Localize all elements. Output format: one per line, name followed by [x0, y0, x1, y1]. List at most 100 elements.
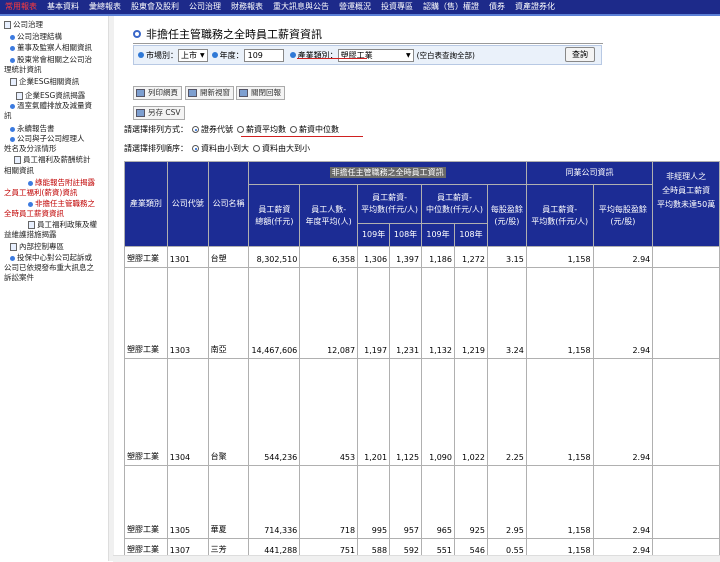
cell-total: 714,336: [248, 465, 301, 539]
cell-avg109: 1,201: [357, 358, 391, 466]
cell-avg109: 1,197: [357, 267, 391, 359]
save-icon: [136, 109, 145, 117]
col-peer-avg-header-line2: 平均數(仟元/人): [531, 216, 589, 226]
sidebar-item-23[interactable]: 訴訟案件: [4, 273, 34, 282]
sort-by-radio-code[interactable]: [192, 126, 199, 133]
sidebar-item-1[interactable]: 公司治理結構: [10, 32, 62, 41]
page-title: 非擔任主管職務之全時員工薪資資訊: [146, 28, 322, 41]
sidebar-item-21[interactable]: 投保中心對公司起訴或: [10, 253, 92, 262]
col-avg-year2-header: 108年: [389, 223, 423, 247]
sidebar-item-9[interactable]: 永續報告書: [10, 124, 55, 133]
filter-note: (空白表查詢全部): [416, 50, 475, 60]
nav-item-2[interactable]: 彙總報表: [84, 0, 126, 14]
document-icon: [10, 78, 17, 86]
sort-by-radio-average[interactable]: [237, 126, 244, 133]
sidebar-item-22[interactable]: 公司已依規發布重大訊息之: [4, 263, 94, 272]
title-divider: [133, 43, 603, 44]
sidebar-item-17[interactable]: 全時員工薪資資訊: [4, 209, 64, 218]
sidebar-item-label: 永續報告書: [17, 124, 55, 133]
sort-order-option-desc[interactable]: 資料由大到小: [262, 143, 310, 154]
sidebar-item-0[interactable]: 公司治理: [4, 20, 43, 29]
sidebar-item-16[interactable]: 非擔任主管職務之: [28, 199, 95, 208]
sidebar-item-12[interactable]: 員工福利及薪酬統計: [14, 155, 91, 164]
col-peer-eps-header-line1: 平均每股盈餘: [598, 204, 647, 214]
nav-item-1[interactable]: 基本資料: [42, 0, 84, 14]
cell-count: 718: [299, 465, 359, 539]
table-row: 塑膠工業 1303 南亞 14,467,606 12,087 1,197 1,231 1,13…: [124, 267, 720, 359]
market-select[interactable]: 上市 ▼: [178, 48, 208, 62]
table-row: 塑膠工業 1304 台聚 544,236 453 1,201 1,125 1,090 1,022…: [124, 358, 720, 466]
nav-item-0[interactable]: 常用報表: [0, 0, 42, 14]
query-button[interactable]: 查詢: [565, 47, 595, 62]
sidebar-item-19[interactable]: 益維護措施揭露: [4, 230, 57, 239]
industry-select[interactable]: 塑膠工業 ▼: [337, 48, 414, 62]
cell-count: 453: [299, 358, 359, 466]
sort-by-radio-median[interactable]: [290, 126, 297, 133]
group-header-nonmanager-line3: 平均數未達50萬: [657, 200, 716, 209]
table-row: 塑膠工業 1305 華夏 714,336 718 995 957 965 925 2.95 1,15…: [124, 465, 720, 539]
sidebar-item-4[interactable]: 理統計資訊: [4, 65, 42, 74]
cell-med109: 1,090: [421, 358, 455, 466]
sidebar-item-20[interactable]: 內部控制專區: [10, 242, 64, 251]
sort-by-option-median[interactable]: 薪資中位數: [299, 124, 339, 135]
sidebar-item-label: 公司治理: [13, 20, 43, 29]
sidebar-item-6[interactable]: 企業ESG資訊揭露: [16, 91, 85, 100]
cell-avg108: 1,125: [389, 358, 423, 466]
col-eps-header-line2: (元/股): [494, 216, 520, 226]
bullet-icon: [138, 52, 144, 58]
cell-eps: 3.15: [486, 246, 527, 268]
cell-peer_eps: 2.94: [592, 246, 654, 268]
print-button-label: 列印網頁: [148, 88, 178, 97]
nav-item-7[interactable]: 營運概況: [334, 0, 376, 14]
sort-order-option-asc[interactable]: 資料由小到大: [201, 143, 249, 154]
print-button[interactable]: 列印網頁: [133, 86, 182, 100]
cell-eps: 2.25: [486, 358, 527, 466]
sort-order-radio-desc[interactable]: [253, 145, 260, 152]
sidebar-item-label: 公司治理結構: [17, 32, 62, 41]
sidebar-item-13[interactable]: 相關資訊: [4, 166, 34, 175]
group-header-employees: 非擔任主管職務之全時員工資訊: [248, 161, 527, 185]
cell-code: 1303: [166, 267, 209, 359]
cell-peer_avg: 1,158: [525, 246, 594, 268]
cell-peer_eps: 2.94: [592, 358, 654, 466]
sidebar-scrollbar[interactable]: [108, 16, 114, 561]
sidebar-item-14[interactable]: 綠能報告附註揭露: [28, 178, 95, 187]
sidebar-item-10[interactable]: 公司與子公司經理人: [10, 134, 85, 143]
col-peer-eps-header-line2: (元/股): [610, 216, 636, 226]
sidebar-item-2[interactable]: 董事及監察人相關資訊: [10, 43, 92, 52]
nav-item-10[interactable]: 債券: [484, 0, 510, 14]
nav-item-3[interactable]: 股東會及股利: [126, 0, 184, 14]
cell-count: 12,087: [299, 267, 359, 359]
nav-item-9[interactable]: 認購（售）權證: [418, 0, 484, 14]
cell-med109: 965: [421, 465, 455, 539]
nav-item-6[interactable]: 重大訊息與公告: [268, 0, 334, 14]
sidebar-item-18[interactable]: 員工福利政策及權: [28, 220, 97, 229]
nav-item-11[interactable]: 資產證券化: [510, 0, 560, 14]
cell-total: 14,467,606: [248, 267, 301, 359]
sidebar-item-5[interactable]: 企業ESG相關資訊: [10, 77, 79, 86]
sidebar-item-3[interactable]: 股東常會相關之公司治: [10, 55, 92, 64]
nav-item-5[interactable]: 財務報表: [226, 0, 268, 14]
annotation-underline: [297, 58, 367, 59]
save-csv-button[interactable]: 另存 CSV: [133, 106, 185, 120]
year-input[interactable]: 109: [243, 48, 284, 62]
col-peer-eps-header: 平均每股盈餘 (元/股): [592, 184, 654, 247]
salary-table: 產業類別 公司代號 公司名稱 非擔任主管職務之全時員工資訊 同業公司資訊 非經理…: [124, 161, 720, 559]
nav-item-8[interactable]: 投資專區: [376, 0, 418, 14]
sort-by-option-average[interactable]: 薪資平均數: [246, 124, 286, 135]
col-peer-avg-header-line1: 員工薪資-: [542, 204, 578, 214]
sidebar-item-8[interactable]: 訊: [4, 111, 12, 120]
sort-by-option-code[interactable]: 證券代號: [201, 124, 233, 135]
filter-bar: 市場別： 上市 ▼ 年度： 109 產業類別： 塑膠工業 ▼ (空白表查詢全部): [133, 45, 602, 65]
sort-by-label: 請選擇排列方式：: [124, 125, 188, 134]
nav-item-4[interactable]: 公司治理: [184, 0, 226, 14]
close-button[interactable]: 關閉回報: [236, 86, 285, 100]
sidebar-item-11[interactable]: 姓名及分派情形: [4, 144, 57, 153]
cell-code: 1305: [166, 465, 209, 539]
sort-order-radio-asc[interactable]: [192, 145, 199, 152]
new-window-button[interactable]: 開新視窗: [185, 86, 234, 100]
sidebar-item-7[interactable]: 溫室氣體排放及減量資: [10, 101, 92, 110]
year-label: 年度：: [219, 50, 244, 60]
sidebar-item-15[interactable]: 之員工福利(薪資)資訊: [4, 188, 77, 197]
cell-nonmanager: [652, 465, 720, 539]
